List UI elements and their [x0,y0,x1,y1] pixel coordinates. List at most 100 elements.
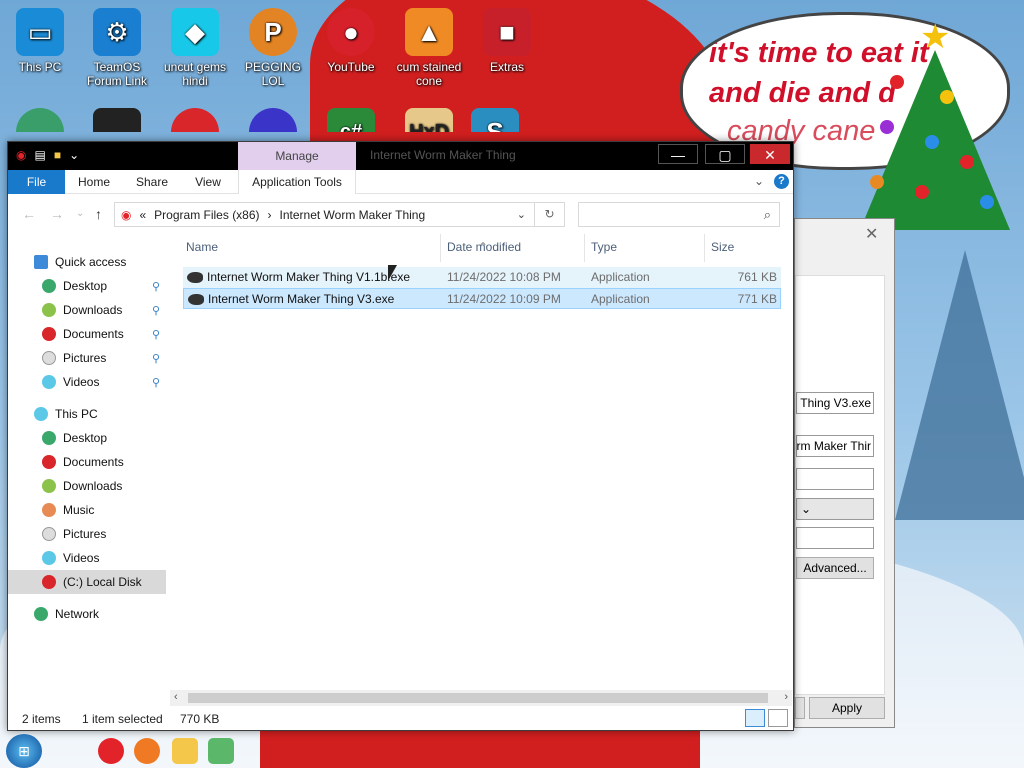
large-icons-view-icon[interactable] [768,709,788,727]
nav-quick-videos[interactable]: Videos ⚲ [8,370,166,394]
breadcrumb-item-current[interactable]: Internet Worm Maker Thing [280,208,426,222]
advanced-button[interactable]: Advanced... [796,557,874,579]
horizontal-scrollbar[interactable]: ‹ › [170,690,792,706]
chrome-ring-icon [171,108,219,132]
notepad-icon[interactable] [208,738,234,764]
column-type[interactable]: Type [591,240,617,254]
gear-icon: ⚙ [93,8,141,56]
tab-home[interactable]: Home [74,170,114,194]
chrome-icon[interactable] [98,738,124,764]
background-tree [895,250,1024,520]
desktop-icon-label: This PC [18,60,62,74]
cancel-button[interactable] [795,697,805,719]
customize-chevron-icon[interactable]: ⌄ [69,148,79,162]
nav-pc-local-disk[interactable]: (C:) Local Disk [8,570,166,594]
help-icon[interactable]: ? [774,174,789,189]
nav-pc-music[interactable]: Music [8,498,166,522]
maximize-button[interactable]: ▢ [705,144,745,164]
desktop-icon-uncut-gems[interactable]: ◆ uncut gems hindi [155,8,235,88]
breadcrumb-item-program-files[interactable]: Program Files (x86) [154,208,259,222]
pictures-icon [42,527,56,541]
dialog-field-target[interactable]: r Thing V3.exe" [796,392,874,414]
tab-file[interactable]: File [8,170,65,194]
start-orb-icon[interactable]: ⊞ [6,734,42,768]
details-view-icon[interactable] [745,709,765,727]
file-explorer-icon[interactable] [172,738,198,764]
address-dropdown-icon[interactable]: ⌄ [517,208,526,221]
star-icon [34,255,48,269]
desktop-icon-label: Extras [489,60,524,74]
dialog-field-empty-1[interactable] [796,468,874,490]
desktop-icon-label: YouTube [327,60,375,74]
desktop-icon-youtube[interactable]: ● YouTube [311,8,391,74]
nav-quick-desktop[interactable]: Desktop ⚲ [8,274,166,298]
desktop-icon-teamos[interactable]: ⚙ TeamOS Forum Link [77,8,157,88]
nav-this-pc[interactable]: This PC [8,402,166,426]
desktop-icon-row2-4[interactable] [233,108,313,132]
dialog-dropdown[interactable]: ⌄ [796,498,874,520]
recent-locations-icon[interactable]: ⌄ [76,208,84,219]
traffic-cone-icon: ▲ [405,8,453,56]
nav-quick-documents[interactable]: Documents ⚲ [8,322,166,346]
file-row[interactable]: Internet Worm Maker Thing V1.1b.exe 11/2… [183,267,781,288]
file-row-selected[interactable]: Internet Worm Maker Thing V3.exe 11/24/2… [183,288,781,309]
pin-icon: ⚲ [151,304,160,317]
nav-pc-pictures[interactable]: Pictures [8,522,166,546]
dialog-close-icon[interactable]: ✕ [865,224,878,244]
column-date-modified[interactable]: Date modified [447,240,521,254]
new-folder-icon[interactable]: ■ [54,148,61,162]
tab-manage[interactable]: Manage [238,142,356,170]
title-bar[interactable]: ◉ ▤ ■ ⌄ Manage Internet Worm Maker Thing… [8,142,793,170]
nav-quick-downloads[interactable]: Downloads ⚲ [8,298,166,322]
desktop-icon-this-pc[interactable]: ▭ This PC [0,8,80,74]
refresh-icon[interactable]: ↻ [535,202,565,227]
expand-ribbon-icon[interactable]: ⌄ [754,174,764,188]
desktop-icon-cone[interactable]: ▲ cum stained cone [389,8,469,88]
desktop-icon-pegging[interactable]: P PEGGING LOL [233,8,313,88]
pin-icon: ⚲ [151,280,160,293]
search-input[interactable]: ⌕ [578,202,780,227]
desktop-icon-row2-1[interactable] [0,108,80,132]
nav-pc-documents[interactable]: Documents [8,450,166,474]
up-arrow-icon[interactable]: ↑ [95,206,102,222]
breadcrumb[interactable]: ◉ « Program Files (x86) › Internet Worm … [114,202,535,227]
column-name[interactable]: Name [186,240,218,254]
dialog-field-empty-2[interactable] [796,527,874,549]
nav-pc-downloads[interactable]: Downloads [8,474,166,498]
scrollbar-thumb[interactable] [188,693,768,703]
tab-share[interactable]: Share [132,170,172,194]
dialog-field-name[interactable]: Vorm Maker Thir [796,435,874,457]
back-arrow-icon[interactable]: ← [22,206,36,222]
nav-quick-access[interactable]: Quick access [8,250,166,274]
status-selected: 1 item selected [82,712,163,726]
forward-arrow-icon[interactable]: → [50,206,64,222]
scroll-left-icon[interactable]: ‹ [174,691,178,703]
worm-exe-icon [188,294,204,305]
nav-network[interactable]: Network [8,602,166,626]
desktop-icon-row2-2[interactable] [77,108,157,132]
properties-icon[interactable]: ▤ [34,148,45,162]
nav-label: Downloads [63,479,123,493]
nav-label: Music [63,503,95,517]
nav-pc-desktop[interactable]: Desktop [8,426,166,450]
snake-icon: S [471,108,519,132]
desktop-icon-row2-7[interactable]: S [455,108,535,132]
tab-application-tools[interactable]: Application Tools [238,170,356,194]
breadcrumb-overflow[interactable]: « [139,208,146,222]
firefox-icon[interactable] [134,738,160,764]
videos-icon [42,551,56,565]
nav-label: Pictures [63,527,107,541]
tab-view[interactable]: View [188,170,228,194]
desktop-icon-row2-5[interactable]: c# [311,108,391,132]
nav-pc-videos[interactable]: Videos [8,546,166,570]
close-button[interactable]: ✕ [750,144,790,164]
apply-button[interactable]: Apply [809,697,885,719]
column-size[interactable]: Size [711,240,734,254]
scroll-right-icon[interactable]: › [784,691,788,703]
peggle-icon: P [249,8,297,56]
desktop-icon-row2-3[interactable] [155,108,235,132]
quick-access-toolbar: ◉ ▤ ■ ⌄ [16,148,79,162]
desktop-icon-extras[interactable]: ■ Extras [467,8,547,74]
minimize-button[interactable]: — [658,144,698,164]
nav-quick-pictures[interactable]: Pictures ⚲ [8,346,166,370]
